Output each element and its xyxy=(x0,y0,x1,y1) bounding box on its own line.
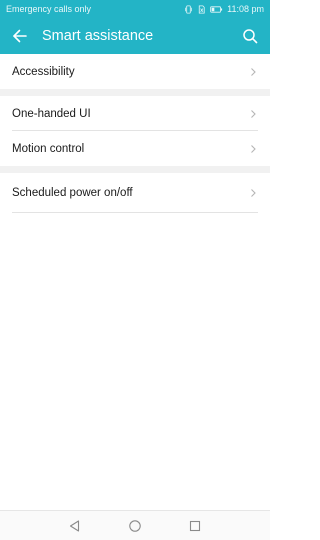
search-button[interactable] xyxy=(230,18,270,54)
chevron-right-icon xyxy=(251,67,256,76)
carrier-text: Emergency calls only xyxy=(6,4,92,14)
search-icon xyxy=(243,29,258,44)
settings-list: Accessibility One-handed UI Motion contr… xyxy=(0,54,270,510)
page-title: Smart assistance xyxy=(42,28,154,44)
home-circle-icon xyxy=(129,519,141,532)
toolbar: Smart assistance xyxy=(0,18,270,54)
chevron-right-icon xyxy=(251,144,256,153)
list-item-label: One-handed UI xyxy=(12,107,91,120)
list-item-scheduled-power[interactable]: Scheduled power on/off xyxy=(0,173,270,213)
nav-home-button[interactable] xyxy=(123,514,147,538)
arrow-left-icon xyxy=(13,29,27,43)
group-separator xyxy=(0,166,270,173)
chevron-right-icon xyxy=(251,109,256,118)
vibrate-icon xyxy=(185,4,193,14)
list-item-accessibility[interactable]: Accessibility xyxy=(0,54,270,89)
chevron-right-icon xyxy=(251,189,256,197)
list-item-one-handed-ui[interactable]: One-handed UI xyxy=(0,96,270,131)
battery-icon xyxy=(210,5,223,13)
list-item-label: Scheduled power on/off xyxy=(12,187,133,199)
status-time: 11:08 pm xyxy=(227,4,264,14)
list-item-motion-control[interactable]: Motion control xyxy=(0,131,270,166)
group-separator xyxy=(0,89,270,96)
list-item-label: Accessibility xyxy=(12,65,75,78)
status-icons: 11:08 pm xyxy=(184,4,264,14)
no-sim-icon xyxy=(198,4,205,14)
list-item-label: Motion control xyxy=(12,142,85,155)
status-bar: Emergency calls only 11:08 pm xyxy=(0,0,270,18)
back-triangle-icon xyxy=(69,519,80,532)
recents-square-icon xyxy=(189,520,201,531)
nav-back-button[interactable] xyxy=(63,514,87,538)
navigation-bar xyxy=(0,510,270,540)
back-button[interactable] xyxy=(0,18,40,54)
nav-recents-button[interactable] xyxy=(183,514,207,538)
